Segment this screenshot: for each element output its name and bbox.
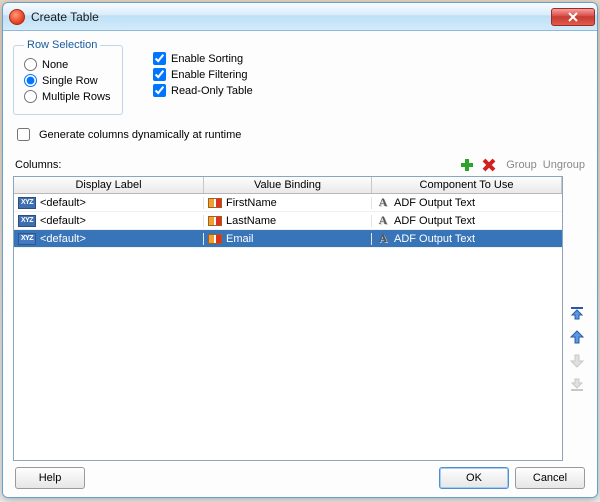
dialog-buttons: Help OK Cancel [13,461,587,491]
generate-dynamic-label: Generate columns dynamically at runtime [39,129,241,141]
titlebar[interactable]: Create Table [3,3,597,31]
plus-icon [459,157,475,173]
header-value-binding[interactable]: Value Binding [204,177,372,193]
row-selection-single-radio[interactable] [24,74,37,87]
binding-icon [208,216,222,226]
header-component[interactable]: Component To Use [372,177,562,193]
cell-display-label: <default> [40,197,86,209]
table-body: XYZ<default>FirstNameAADF Output TextXYZ… [14,194,562,460]
enable-sorting[interactable]: Enable Sorting [153,52,253,65]
move-bottom-button[interactable] [568,376,586,394]
row-selection-none-radio[interactable] [24,58,37,71]
read-only-table[interactable]: Read-Only Table [153,84,253,97]
close-button[interactable] [551,8,595,26]
move-top-button[interactable] [568,304,586,322]
read-only-table-checkbox[interactable] [153,84,166,97]
generate-dynamic[interactable]: Generate columns dynamically at runtime [13,125,587,144]
help-button[interactable]: Help [15,467,85,489]
add-column-button[interactable] [458,156,476,174]
move-up-button[interactable] [568,328,586,346]
header-display-label[interactable]: Display Label [14,177,204,193]
text-icon: A [376,214,390,228]
enable-filtering-label: Enable Filtering [171,69,247,81]
table-row[interactable]: XYZ <default> Email A ADF Output Text [14,230,562,248]
dialog-window: Create Table Row Selection None Single R… [2,2,598,498]
arrow-bottom-icon [569,377,585,393]
group-link: Group [506,159,537,171]
cell-component: ADF Output Text [394,197,475,209]
enable-sorting-label: Enable Sorting [171,53,243,65]
window-title: Create Table [31,10,99,24]
row-selection-none[interactable]: None [24,58,112,71]
cell-value-binding: FirstName [226,197,277,209]
row-selection-single[interactable]: Single Row [24,74,112,87]
binding-icon [208,198,222,208]
arrow-down-icon [569,353,585,369]
text-icon: A [376,232,390,246]
ok-button[interactable]: OK [439,467,509,489]
enable-sorting-checkbox[interactable] [153,52,166,65]
dialog-content: Row Selection None Single Row Multiple R… [3,31,597,497]
read-only-table-label: Read-Only Table [171,85,253,97]
cell-display-label: <default> [40,215,86,227]
label-icon: XYZ [18,197,36,209]
columns-toolbar: Columns: Group Ungroup [13,154,587,176]
table-header: Display Label Value Binding Component To… [14,177,562,194]
row-selection-multiple-label: Multiple Rows [42,91,110,103]
cell-component: ADF Output Text [394,233,475,245]
row-selection-group: Row Selection None Single Row Multiple R… [13,39,123,115]
cancel-button[interactable]: Cancel [515,467,585,489]
ungroup-link: Ungroup [543,159,585,171]
x-icon [482,158,496,172]
arrow-up-icon [569,329,585,345]
binding-icon [208,234,222,244]
text-icon: A [376,196,390,210]
cell-value-binding: Email [226,233,254,245]
cell-component: ADF Output Text [394,215,475,227]
columns-table[interactable]: Display Label Value Binding Component To… [13,176,563,461]
label-icon: XYZ [18,215,36,227]
table-row[interactable]: XYZ <default> LastName A ADF Output Text [14,212,562,230]
move-down-button[interactable] [568,352,586,370]
delete-column-button[interactable] [480,156,498,174]
app-icon [9,9,25,25]
row-selection-multiple-radio[interactable] [24,90,37,103]
enable-filtering-checkbox[interactable] [153,68,166,81]
arrow-top-icon [569,305,585,321]
feature-checkboxes: Enable Sorting Enable Filtering Read-Onl… [153,39,253,115]
label-icon: XYZ [18,233,36,245]
row-selection-single-label: Single Row [42,75,98,87]
row-selection-multiple[interactable]: Multiple Rows [24,90,112,103]
columns-label: Columns: [15,159,61,171]
reorder-buttons [567,176,587,461]
generate-dynamic-checkbox[interactable] [17,128,30,141]
cell-display-label: <default> [40,233,86,245]
cell-value-binding: LastName [226,215,276,227]
row-selection-none-label: None [42,59,68,71]
enable-filtering[interactable]: Enable Filtering [153,68,253,81]
table-row[interactable]: XYZ <default> FirstName A ADF Output Text [14,194,562,212]
row-selection-legend: Row Selection [24,39,100,51]
close-icon [568,12,578,22]
